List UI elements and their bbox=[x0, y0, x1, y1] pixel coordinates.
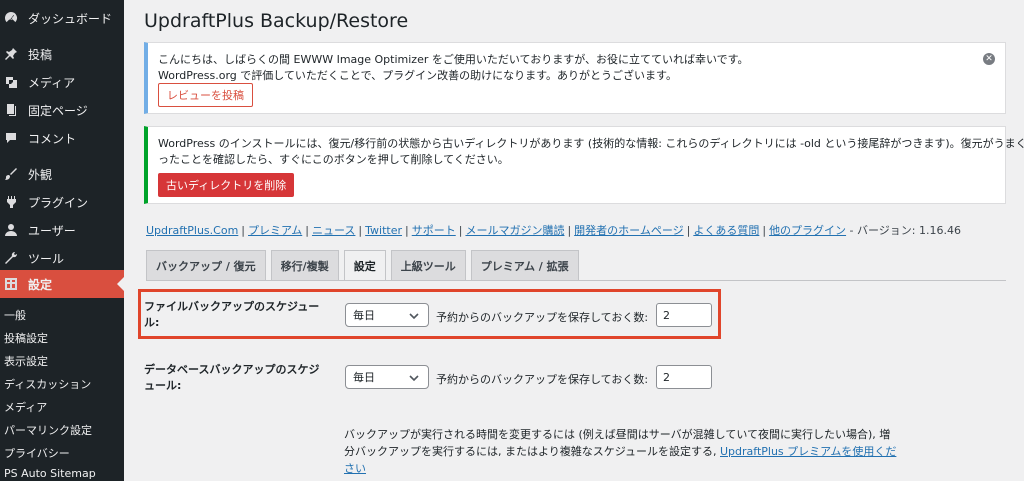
db-schedule-label: データベースバックアップのスケジ ュール: bbox=[144, 363, 320, 392]
menu-comments[interactable]: コメント bbox=[0, 124, 124, 152]
submenu-discussion[interactable]: ディスカッション bbox=[4, 376, 91, 392]
premium-link-continued[interactable]: さい bbox=[344, 462, 366, 475]
submenu-writing[interactable]: 投稿設定 bbox=[4, 330, 48, 346]
pages-icon bbox=[4, 103, 18, 117]
menu-label: 外観 bbox=[28, 167, 53, 182]
settings-tabs: バックアップ / 復元 移行/複製 設定 上級ツール プレミアム / 拡張 bbox=[146, 250, 584, 280]
menu-label: メディア bbox=[28, 75, 76, 90]
version-text: - バージョン: 1.16.46 bbox=[846, 224, 961, 237]
db-keep-count-input[interactable]: 2 bbox=[656, 365, 712, 389]
brush-icon bbox=[4, 167, 18, 181]
db-keep-label: 予約からのバックアップを保存しておく数: bbox=[436, 373, 649, 386]
link-news[interactable]: ニュース bbox=[312, 224, 355, 237]
menu-label: ダッシュボード bbox=[28, 11, 113, 26]
notice-text: こんにちは、しばらくの間 EWWW Image Optimizer をご使用いた… bbox=[158, 53, 749, 66]
tab-settings[interactable]: 設定 bbox=[343, 250, 386, 280]
link-other-plugins[interactable]: 他のプラグイン bbox=[769, 224, 846, 237]
menu-label: ツール bbox=[28, 251, 65, 266]
settings-icon bbox=[4, 277, 18, 291]
highlight-box bbox=[138, 289, 721, 339]
tab-migrate-clone[interactable]: 移行/複製 bbox=[270, 250, 339, 280]
menu-label: コメント bbox=[28, 131, 77, 146]
submenu-ps-auto-sitemap[interactable]: PS Auto Sitemap bbox=[4, 467, 96, 480]
menu-media[interactable]: メディア bbox=[0, 68, 124, 96]
tab-premium-extensions[interactable]: プレミアム / 拡張 bbox=[470, 250, 579, 280]
wrench-icon bbox=[4, 251, 18, 265]
menu-dashboard[interactable]: ダッシュボード bbox=[0, 4, 124, 32]
link-developer-home[interactable]: 開発者のホームページ bbox=[574, 224, 683, 237]
menu-settings[interactable]: 設定 bbox=[0, 270, 124, 298]
link-twitter[interactable]: Twitter bbox=[365, 224, 402, 237]
dashboard-icon bbox=[4, 11, 18, 25]
menu-label: 設定 bbox=[28, 277, 53, 292]
menu-tools[interactable]: ツール bbox=[0, 244, 124, 272]
menu-users[interactable]: ユーザー bbox=[0, 216, 124, 244]
main-content: UpdraftPlus Backup/Restore こんにちは、しばらくの間 … bbox=[124, 0, 1024, 481]
delete-old-directories-button[interactable]: 古いディレクトリを削除 bbox=[158, 173, 295, 197]
tab-advanced-tools[interactable]: 上級ツール bbox=[390, 250, 466, 280]
chevron-down-icon bbox=[409, 375, 419, 382]
pin-icon bbox=[4, 47, 18, 61]
link-faq[interactable]: よくある質問 bbox=[693, 224, 759, 237]
premium-link[interactable]: UpdraftPlus プレミアムを使用くだ bbox=[720, 445, 896, 458]
schedule-info-line1: バックアップが実行される時間を変更するには (例えば昼間はサーバが混雑していて夜… bbox=[344, 428, 891, 441]
submenu-general[interactable]: 一般 bbox=[4, 307, 26, 323]
submenu-privacy[interactable]: プライバシー bbox=[4, 445, 70, 461]
post-review-button[interactable]: レビューを投稿 bbox=[158, 83, 253, 107]
menu-label: プラグイン bbox=[28, 195, 89, 210]
old-directories-notice: WordPress のインストールには、復元/移行前の状態から古いディレクトリが… bbox=[144, 126, 1024, 204]
link-support[interactable]: サポート bbox=[412, 224, 456, 237]
menu-pages[interactable]: 固定ページ bbox=[0, 96, 124, 124]
db-schedule-select[interactable]: 毎日 bbox=[345, 365, 429, 389]
media-icon bbox=[4, 75, 18, 89]
menu-posts[interactable]: 投稿 bbox=[0, 40, 124, 68]
comment-icon bbox=[4, 131, 18, 145]
submenu-media[interactable]: メディア bbox=[4, 399, 47, 415]
menu-label: 投稿 bbox=[28, 47, 53, 62]
link-newsletter[interactable]: メールマガジン購読 bbox=[465, 224, 564, 237]
user-icon bbox=[4, 223, 18, 237]
plugin-icon bbox=[4, 195, 18, 209]
notice-text: ったことを確認したら、すぐにこのボタンを押して削除してください。 bbox=[158, 153, 509, 166]
tab-backup-restore[interactable]: バックアップ / 復元 bbox=[146, 250, 266, 280]
plugin-links: UpdraftPlus.Com | プレミアム | ニュース | Twitter | サポート |… bbox=[146, 224, 961, 237]
schedule-info-line2: 分バックアップを実行するには, またはより複雑なスケジュールを設定する, Upd… bbox=[344, 445, 897, 458]
menu-label: 固定ページ bbox=[28, 103, 88, 118]
menu-appearance[interactable]: 外観 bbox=[0, 160, 124, 188]
page-title: UpdraftPlus Backup/Restore bbox=[144, 10, 409, 32]
link-premium[interactable]: プレミアム bbox=[248, 224, 302, 237]
menu-plugins[interactable]: プラグイン bbox=[0, 188, 124, 216]
link-updraftplus-com[interactable]: UpdraftPlus.Com bbox=[146, 224, 238, 237]
review-notice: こんにちは、しばらくの間 EWWW Image Optimizer をご使用いた… bbox=[144, 42, 1006, 114]
menu-label: ユーザー bbox=[28, 223, 76, 238]
dismiss-icon[interactable]: ✕ bbox=[983, 53, 995, 65]
submenu-reading[interactable]: 表示設定 bbox=[4, 353, 48, 369]
notice-text: WordPress のインストールには、復元/移行前の状態から古いディレクトリが… bbox=[158, 137, 1024, 150]
admin-sidebar: ダッシュボード 投稿 メディア 固定ページ コメント 外観 プラグイン ユーザー… bbox=[0, 0, 124, 481]
submenu-permalink[interactable]: パーマリンク設定 bbox=[4, 422, 92, 438]
schedule-info-line3: さい bbox=[344, 460, 366, 476]
tabs-divider bbox=[146, 280, 1006, 281]
notice-text: WordPress.org で評価していただくことで、プラグイン改善の助けになり… bbox=[158, 69, 677, 82]
